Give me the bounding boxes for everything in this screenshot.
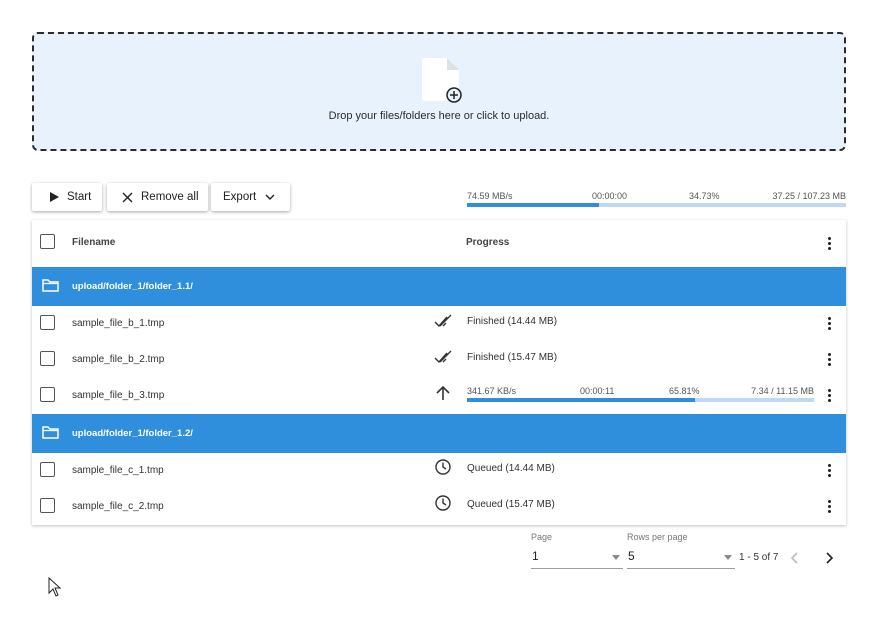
- double-check-icon: [434, 350, 452, 364]
- row-checkbox[interactable]: [40, 462, 55, 477]
- folder-row[interactable]: upload/folder_1/folder_1.2/: [32, 414, 846, 453]
- overall-time: 00:00:00: [592, 191, 628, 201]
- rows-dropdown-icon: [724, 555, 732, 560]
- page-range: 1 - 5 of 7: [739, 552, 779, 563]
- row-more-icon[interactable]: [823, 462, 837, 480]
- table-row[interactable]: sample_file_c_1.tmp Queued (14.44 MB): [32, 453, 846, 489]
- start-button[interactable]: Start: [32, 183, 102, 211]
- play-icon: [50, 192, 59, 202]
- file-status: Finished (15.47 MB): [467, 352, 558, 363]
- row-more-icon[interactable]: [823, 387, 837, 405]
- rows-per-page-select[interactable]: 5: [627, 545, 735, 569]
- row-more-icon[interactable]: [823, 351, 837, 369]
- file-progress: 341.67 KB/s 00:00:11 65.81% 7.34 / 11.15…: [467, 386, 814, 402]
- next-page-icon[interactable]: [823, 551, 835, 565]
- start-button-label: Start: [67, 191, 92, 203]
- clock-icon: [435, 459, 451, 475]
- select-all-checkbox[interactable]: [40, 234, 55, 249]
- folder-row[interactable]: upload/folder_1/folder_1.1/: [32, 267, 846, 306]
- upload-table: Filename Progress upload/folder_1/folder…: [32, 220, 846, 525]
- dropzone-text: Drop your files/folders here or click to…: [328, 110, 550, 122]
- filename-header: Filename: [72, 237, 116, 248]
- file-name: sample_file_b_2.tmp: [72, 354, 165, 365]
- table-row[interactable]: sample_file_b_3.tmp 341.67 KB/s 00:00:11…: [32, 378, 846, 414]
- remove-all-button-label: Remove all: [141, 191, 199, 203]
- file-name: sample_file_c_1.tmp: [72, 465, 164, 476]
- file-name: sample_file_b_1.tmp: [72, 318, 165, 329]
- file-status: Queued (14.44 MB): [467, 463, 555, 474]
- table-row[interactable]: sample_file_c_2.tmp Queued (15.47 MB): [32, 489, 846, 525]
- file-size: 7.34 / 11.15 MB: [751, 386, 814, 396]
- page-select[interactable]: 1: [531, 545, 623, 569]
- file-status: Queued (15.47 MB): [467, 499, 555, 510]
- mouse-cursor-icon: [48, 577, 62, 597]
- prev-page-icon[interactable]: [789, 551, 801, 565]
- upload-dropzone[interactable]: Drop your files/folders here or click to…: [32, 32, 846, 151]
- row-checkbox[interactable]: [40, 315, 55, 330]
- folder-icon: [42, 426, 59, 439]
- row-checkbox[interactable]: [40, 498, 55, 513]
- page-label: Page: [531, 532, 553, 542]
- progress-header: Progress: [466, 237, 510, 248]
- folder-path: upload/folder_1/folder_1.2/: [72, 428, 193, 439]
- export-button-label: Export: [223, 191, 257, 203]
- page-dropdown-icon: [612, 555, 620, 560]
- close-icon: [122, 192, 133, 202]
- table-row[interactable]: sample_file_b_1.tmp Finished (14.44 MB): [32, 306, 846, 342]
- folder-icon: [42, 279, 59, 292]
- file-percent: 65.81%: [669, 386, 700, 396]
- export-button[interactable]: Export: [211, 183, 290, 211]
- overall-percent: 34.73%: [689, 191, 720, 201]
- rows-per-page-label: Rows per page: [627, 532, 688, 542]
- rows-underline: [627, 568, 735, 569]
- file-speed: 341.67 KB/s: [467, 386, 517, 396]
- double-check-icon: [434, 314, 452, 328]
- row-checkbox[interactable]: [40, 387, 55, 402]
- page-underline: [531, 568, 623, 569]
- row-more-icon[interactable]: [823, 315, 837, 333]
- arrow-up-icon: [436, 385, 450, 400]
- file-progress-bar: [467, 398, 814, 402]
- file-name: sample_file_b_3.tmp: [72, 390, 165, 401]
- overall-progress: 74.59 MB/s 00:00:00 34.73% 37.25 / 107.2…: [467, 191, 846, 207]
- row-checkbox[interactable]: [40, 351, 55, 366]
- page-value: 1: [532, 549, 539, 563]
- file-time: 00:00:11: [580, 386, 615, 396]
- header-more-icon[interactable]: [823, 235, 837, 253]
- table-row[interactable]: sample_file_b_2.tmp Finished (15.47 MB): [32, 342, 846, 378]
- file-status: Finished (14.44 MB): [467, 316, 558, 327]
- overall-size: 37.25 / 107.23 MB: [772, 191, 846, 201]
- overall-progress-bar: [467, 203, 846, 207]
- file-name: sample_file_c_2.tmp: [72, 501, 164, 512]
- file-progress-fill: [467, 398, 696, 402]
- rows-per-page-value: 5: [628, 549, 635, 563]
- overall-speed: 74.59 MB/s: [467, 191, 513, 201]
- file-add-icon: [422, 58, 462, 103]
- chevron-down-icon: [265, 194, 275, 200]
- folder-path: upload/folder_1/folder_1.1/: [72, 281, 193, 292]
- overall-progress-fill: [467, 203, 599, 207]
- remove-all-button[interactable]: Remove all: [107, 183, 208, 211]
- row-more-icon[interactable]: [823, 498, 837, 516]
- clock-icon: [435, 495, 451, 511]
